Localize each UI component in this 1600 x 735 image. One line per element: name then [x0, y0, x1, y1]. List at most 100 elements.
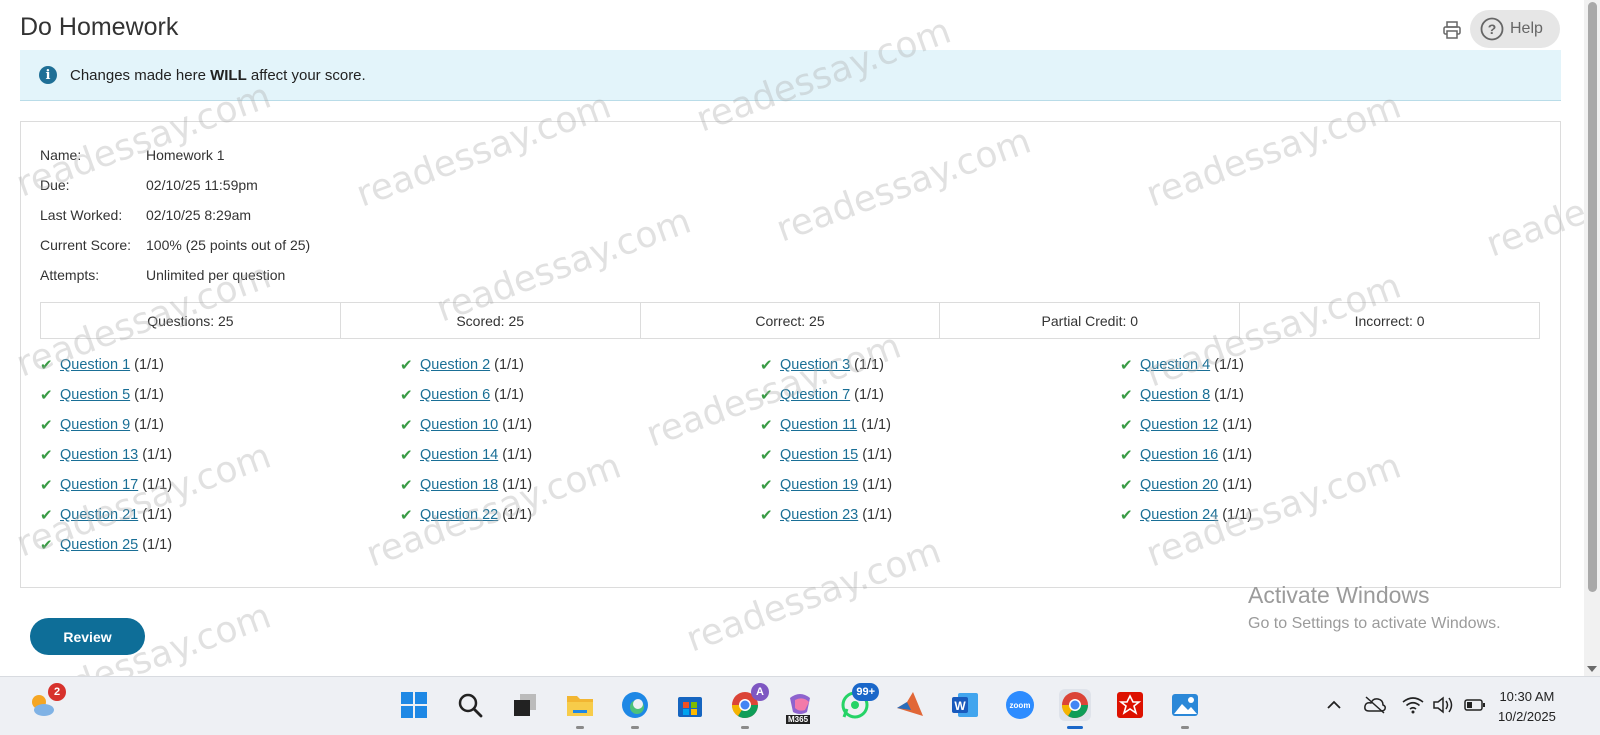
question-score: (1/1) [134, 357, 164, 373]
info-row-score: Current Score: 100% (25 points out of 25… [40, 230, 310, 260]
show-hidden-icons-button[interactable] [1322, 689, 1346, 721]
wifi-status[interactable] [1400, 689, 1426, 721]
weather-widget[interactable]: 2 [26, 683, 66, 721]
homework-card: Name: Homework 1 Due: 02/10/25 11:59pm L… [20, 121, 1561, 588]
help-label: Help [1510, 20, 1543, 37]
checkmark-icon: ✔ [1120, 357, 1133, 374]
onedrive-status[interactable] [1362, 689, 1388, 721]
question-score: (1/1) [1214, 357, 1244, 373]
question-item: ✔ Question 4 (1/1) [1120, 350, 1500, 380]
activate-windows-subtitle: Go to Settings to activate Windows. [1248, 615, 1501, 632]
word-icon: W [952, 693, 978, 717]
m365-copilot-taskbar[interactable]: M365 [784, 689, 816, 724]
score-value: 100% (25 points out of 25) [146, 237, 311, 253]
chrome-taskbar-active[interactable] [1059, 689, 1091, 729]
review-button[interactable]: Review [30, 618, 145, 655]
question-item: ✔ Question 7 (1/1) [760, 380, 1120, 410]
info-row-last-worked: Last Worked: 02/10/25 8:29am [40, 200, 310, 230]
score-label: Current Score: [40, 237, 132, 253]
question-score: (1/1) [862, 447, 893, 463]
question-link[interactable]: Question 23 [780, 507, 858, 523]
help-button[interactable]: ? Help [1470, 10, 1560, 48]
store-bag-icon [678, 697, 702, 717]
question-link[interactable]: Question 9 [60, 417, 130, 433]
question-link[interactable]: Question 20 [1140, 477, 1218, 493]
system-clock[interactable]: 10:30 AM 10/2/2025 [1498, 687, 1556, 727]
question-link[interactable]: Question 2 [420, 357, 490, 373]
info-icon: i [39, 66, 57, 84]
question-link[interactable]: Question 24 [1140, 507, 1218, 523]
chrome-profile-taskbar[interactable]: A [729, 683, 769, 729]
battery-icon [1464, 699, 1485, 711]
matlab-taskbar[interactable] [894, 689, 926, 721]
search-taskbar-button[interactable] [454, 689, 486, 721]
question-item: ✔ Question 12 (1/1) [1120, 410, 1500, 440]
question-link[interactable]: Question 7 [780, 387, 850, 403]
question-link[interactable]: Question 14 [420, 447, 498, 463]
question-item: ✔ Question 15 (1/1) [760, 440, 1120, 470]
question-link[interactable]: Question 19 [780, 477, 858, 493]
question-link[interactable]: Question 25 [60, 537, 138, 553]
question-link[interactable]: Question 17 [60, 477, 138, 493]
clock-date: 10/2/2025 [1498, 709, 1556, 724]
wolfram-taskbar[interactable] [1114, 689, 1146, 721]
page-scrollbar[interactable] [1584, 0, 1600, 676]
photos-taskbar[interactable] [1169, 689, 1201, 729]
question-link[interactable]: Question 6 [420, 387, 490, 403]
question-link[interactable]: Question 15 [780, 447, 858, 463]
task-view-button[interactable] [509, 689, 541, 721]
question-link[interactable]: Question 18 [420, 477, 498, 493]
matlab-icon [897, 692, 923, 716]
question-score: (1/1) [1214, 387, 1244, 403]
whatsapp-taskbar[interactable]: 99+ [839, 683, 879, 721]
question-link[interactable]: Question 22 [420, 507, 498, 523]
question-link[interactable]: Question 11 [780, 417, 857, 433]
question-link[interactable]: Question 10 [420, 417, 498, 433]
banner-text-bold: WILL [210, 66, 247, 84]
edge-taskbar[interactable] [619, 689, 651, 729]
checkmark-icon: ✔ [1120, 507, 1133, 524]
top-bar: Do Homework ? Help [20, 10, 1584, 50]
battery-status[interactable] [1462, 689, 1488, 721]
microsoft-store-taskbar[interactable] [674, 689, 706, 721]
running-indicator [741, 726, 749, 729]
question-link[interactable]: Question 21 [60, 507, 138, 523]
print-button[interactable] [1438, 16, 1466, 44]
checkmark-icon: ✔ [40, 447, 53, 464]
volume-status[interactable] [1430, 689, 1456, 721]
question-link[interactable]: Question 13 [60, 447, 138, 463]
question-item: ✔ Question 18 (1/1) [400, 470, 760, 500]
banner-text: Changes made here WILL affect your score… [70, 67, 366, 84]
question-score: (1/1) [142, 477, 173, 493]
question-link[interactable]: Question 16 [1140, 447, 1218, 463]
checkmark-icon: ✔ [400, 507, 413, 524]
file-explorer-taskbar[interactable] [564, 689, 596, 729]
question-link[interactable]: Question 4 [1140, 357, 1210, 373]
word-taskbar[interactable]: W [949, 689, 981, 721]
question-link[interactable]: Question 8 [1140, 387, 1210, 403]
checkmark-icon: ✔ [400, 477, 413, 494]
attempts-label: Attempts: [40, 267, 100, 283]
question-score: (1/1) [1222, 447, 1253, 463]
scroll-down-arrow-icon[interactable] [1587, 666, 1597, 672]
question-score: (1/1) [134, 387, 164, 403]
question-item: ✔ Question 1 (1/1) [40, 350, 400, 380]
question-score: (1/1) [861, 417, 891, 433]
question-link[interactable]: Question 3 [780, 357, 850, 373]
zoom-taskbar[interactable]: zoom [1004, 689, 1036, 721]
windows-logo-icon [401, 692, 427, 718]
banner-text-after: affect your score. [246, 66, 366, 84]
checkmark-icon: ✔ [40, 477, 53, 494]
page-title: Do Homework [20, 13, 179, 41]
question-score: (1/1) [854, 357, 884, 373]
question-score: (1/1) [502, 507, 533, 523]
summary-correct: Correct: 25 [641, 303, 941, 338]
question-link[interactable]: Question 12 [1140, 417, 1218, 433]
scrollbar-thumb[interactable] [1588, 2, 1597, 592]
zoom-label: zoom [1009, 700, 1031, 710]
question-link[interactable]: Question 5 [60, 387, 130, 403]
start-button[interactable] [398, 689, 430, 721]
question-score: (1/1) [854, 387, 884, 403]
checkmark-icon: ✔ [760, 417, 773, 434]
question-link[interactable]: Question 1 [60, 357, 130, 373]
